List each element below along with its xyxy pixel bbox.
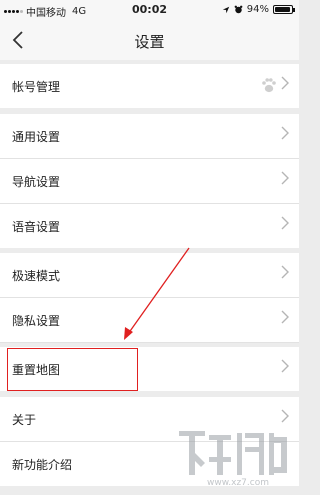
svg-text:www.xz7.com: www.xz7.com xyxy=(207,478,269,487)
annotation-arrow xyxy=(124,247,190,340)
watermark-logo: www.xz7.com xyxy=(179,431,287,487)
